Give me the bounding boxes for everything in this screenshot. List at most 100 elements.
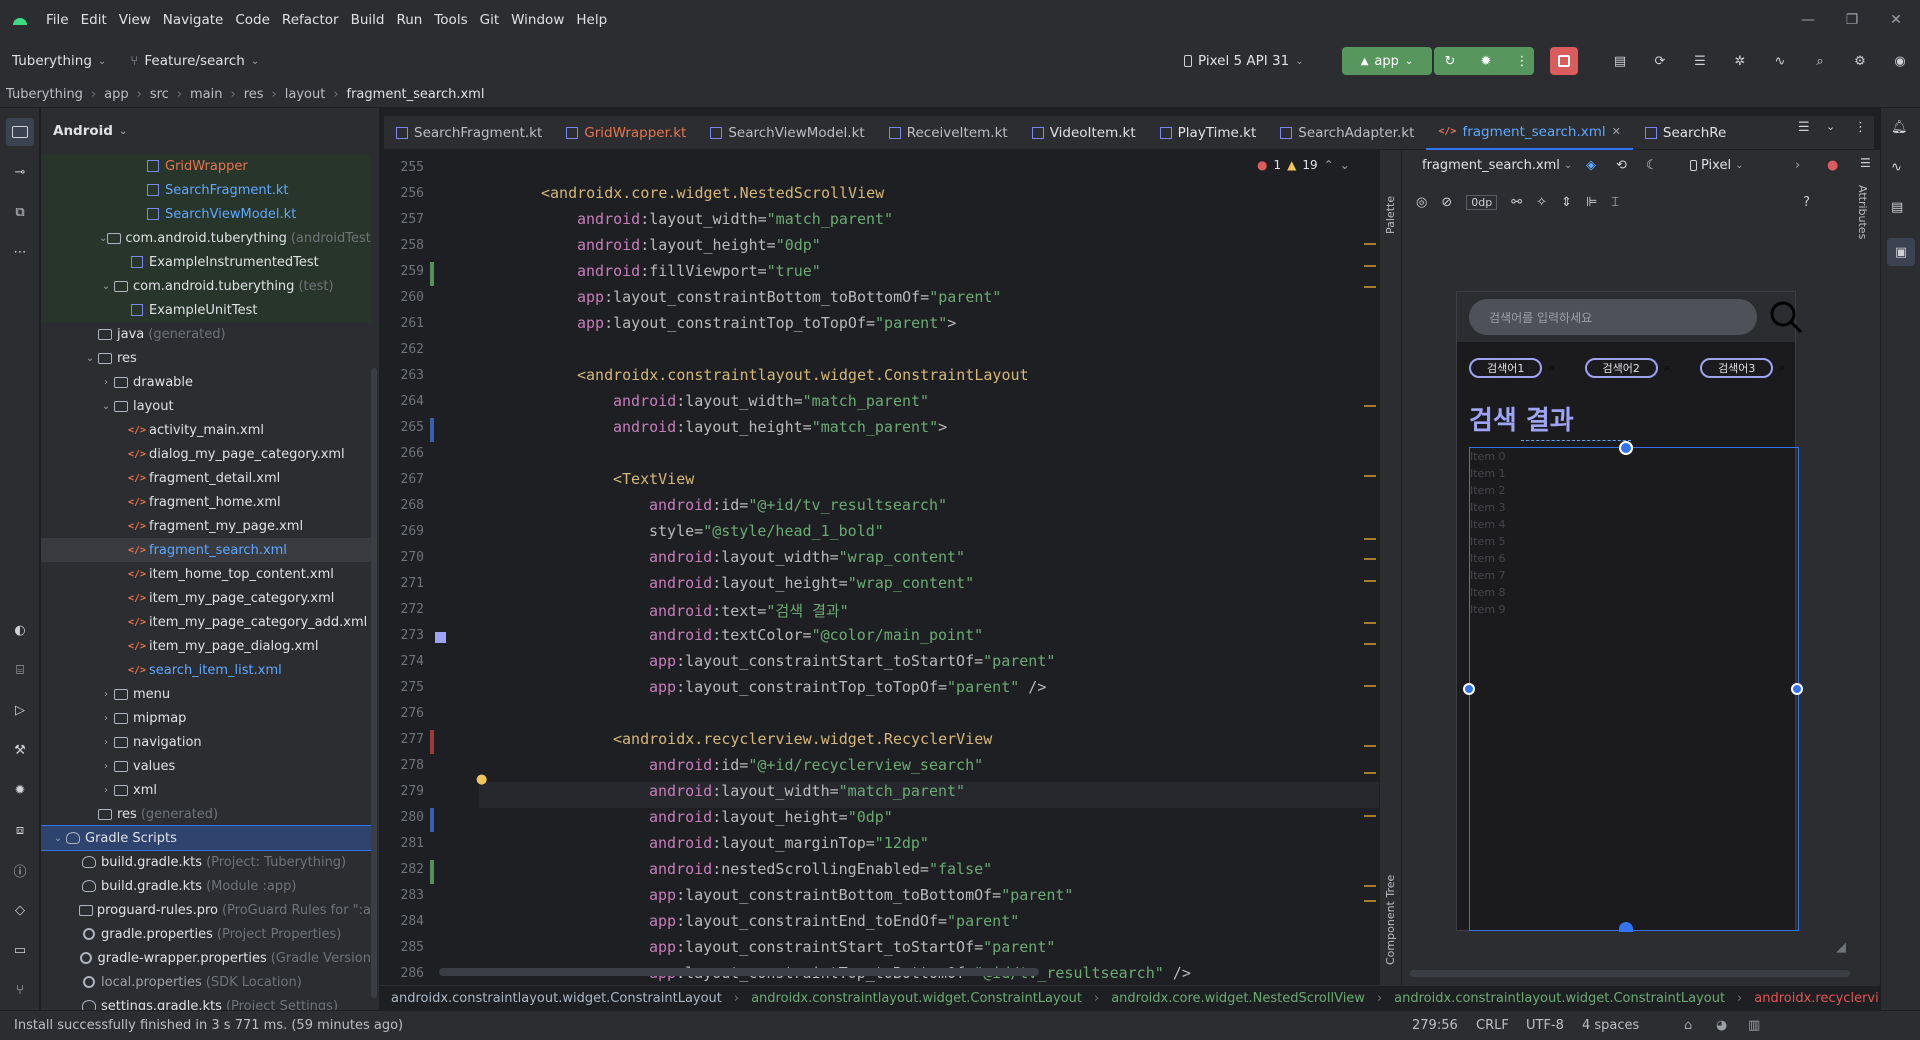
align-icon[interactable]: ⊫ bbox=[1586, 195, 1597, 210]
preview-chip[interactable]: 검색어3 ⌕ bbox=[1700, 358, 1786, 378]
minimize-icon[interactable]: — bbox=[1786, 0, 1830, 40]
notifications-icon[interactable]: 🔔︎ bbox=[1891, 120, 1908, 135]
code-line[interactable]: <TextView bbox=[613, 470, 694, 488]
design-horizontal-scrollbar[interactable] bbox=[1410, 970, 1850, 977]
version-control-icon[interactable]: ⑂ bbox=[6, 976, 34, 1004]
chevron-down-icon[interactable]: ⌄ bbox=[83, 353, 97, 364]
code-line[interactable]: android:fillViewport="true" bbox=[577, 262, 821, 280]
warning-stripe[interactable] bbox=[1364, 815, 1376, 817]
chevron-right-icon[interactable]: › bbox=[1795, 158, 1800, 173]
preview-chip[interactable]: 검색어2 ⌕ bbox=[1584, 358, 1670, 378]
inspection-widget[interactable]: ● 1 ▲ 19 ⌃ ⌄ bbox=[1257, 158, 1350, 172]
help-icon[interactable]: ? bbox=[1803, 195, 1810, 210]
attributes-tab[interactable]: Attributes bbox=[1856, 185, 1869, 239]
prev-problem-icon[interactable]: ⌃ bbox=[1324, 158, 1334, 172]
code-line[interactable]: android:layout_width="match_parent" bbox=[577, 210, 893, 228]
preview-list-item[interactable]: Item 3 bbox=[1470, 501, 1506, 514]
tree-item[interactable]: GridWrapper bbox=[41, 154, 371, 178]
code-line[interactable]: app:layout_constraintEnd_toEndOf="parent… bbox=[649, 912, 1019, 930]
file-encoding[interactable]: UTF-8 bbox=[1526, 1018, 1564, 1033]
attributes-menu-icon[interactable]: ☰ bbox=[1860, 156, 1871, 170]
warning-stripe[interactable] bbox=[1364, 622, 1376, 624]
resource-manager-icon[interactable]: ⧉ bbox=[6, 198, 34, 226]
chevron-right-icon[interactable]: › bbox=[99, 377, 113, 388]
preview-result-title[interactable]: 검색 결과 bbox=[1469, 400, 1574, 437]
project-tool-icon[interactable] bbox=[6, 118, 34, 146]
tree-item[interactable]: java (generated) bbox=[41, 322, 371, 346]
warning-stripe[interactable] bbox=[1364, 558, 1376, 560]
tab-searchfragment-kt[interactable]: SearchFragment.kt bbox=[384, 116, 554, 150]
tree-item[interactable]: </> item_home_top_content.xml bbox=[41, 562, 371, 586]
clear-constraints-icon[interactable]: ⚯ bbox=[1511, 195, 1522, 210]
intention-bulb-icon[interactable]: ● bbox=[476, 772, 487, 787]
profiler-icon[interactable]: ∿ bbox=[1766, 47, 1794, 75]
code-line[interactable]: android:layout_width="match_parent" bbox=[613, 392, 929, 410]
palette-tab[interactable]: Palette bbox=[1384, 164, 1397, 234]
menu-navigate[interactable]: Navigate bbox=[157, 12, 230, 28]
code-line[interactable]: android:layout_height="0dp" bbox=[649, 808, 893, 826]
device-manager-icon[interactable]: ▤ bbox=[1606, 47, 1634, 75]
run-tool-icon[interactable]: ▷ bbox=[6, 696, 34, 724]
magnet-icon[interactable]: ⊘ bbox=[1441, 195, 1452, 210]
eye-icon[interactable]: ◎ bbox=[1416, 195, 1427, 210]
warning-stripe[interactable] bbox=[1364, 405, 1376, 407]
tree-item[interactable]: </> dialog_my_page_category.xml bbox=[41, 442, 371, 466]
code-line[interactable]: android:layout_height="0dp" bbox=[577, 236, 821, 254]
account-icon[interactable]: ◉ bbox=[1886, 47, 1914, 75]
menu-run[interactable]: Run bbox=[390, 12, 428, 28]
preview-list-item[interactable]: Item 6 bbox=[1470, 552, 1506, 565]
code-line[interactable]: app:layout_constraintStart_toStartOf="pa… bbox=[649, 938, 1055, 956]
warning-stripe[interactable] bbox=[1364, 243, 1376, 245]
device-selector[interactable]: Pixel 5 API 31 ⌄ bbox=[1184, 48, 1304, 74]
device-manager-tool-icon[interactable]: ▤ bbox=[1891, 200, 1903, 215]
xml-crumb-item[interactable]: androidx.constraintlayout.widget.Constra… bbox=[391, 991, 722, 1006]
tab-searchre[interactable]: SearchRe bbox=[1633, 116, 1738, 150]
end-constraint-handle[interactable] bbox=[1791, 683, 1803, 695]
device-preview-selector[interactable]: Pixel ⌄ bbox=[1690, 158, 1743, 173]
tree-item[interactable]: SearchViewModel.kt bbox=[41, 202, 371, 226]
tree-item[interactable]: build.gradle.kts (Project: Tuberything) bbox=[41, 850, 371, 874]
tree-item[interactable]: ⌄ com.android.tuberything (test) bbox=[41, 274, 371, 298]
breadcrumb-item[interactable]: res bbox=[244, 87, 264, 102]
stop-button[interactable] bbox=[1550, 47, 1578, 75]
settings-gear-icon[interactable]: ⚙ bbox=[1846, 47, 1874, 75]
commit-tool-icon[interactable]: ⊸ bbox=[6, 158, 34, 186]
tree-item[interactable]: › mipmap bbox=[41, 706, 371, 730]
gradle-tool-icon[interactable]: ∿ bbox=[1891, 160, 1902, 175]
code-line[interactable]: android:layout_width="wrap_content" bbox=[649, 548, 965, 566]
warning-stripe[interactable] bbox=[1364, 286, 1376, 288]
indent-setting[interactable]: 4 spaces bbox=[1582, 1018, 1639, 1033]
close-icon[interactable]: ✕ bbox=[1874, 0, 1918, 40]
preview-list-item[interactable]: Item 8 bbox=[1470, 586, 1506, 599]
preview-list-item[interactable]: Item 1 bbox=[1470, 467, 1506, 480]
more-actions-icon[interactable]: ⋮ bbox=[1508, 47, 1536, 75]
warning-stripe[interactable] bbox=[1364, 643, 1376, 645]
tree-item[interactable]: </> fragment_search.xml bbox=[41, 538, 371, 562]
next-problem-icon[interactable]: ⌄ bbox=[1340, 158, 1350, 172]
chevron-right-icon[interactable]: › bbox=[99, 737, 113, 748]
design-file-selector[interactable]: fragment_search.xml ⌄ bbox=[1422, 158, 1572, 173]
run-config-selector[interactable]: ▲ app ⌄ bbox=[1342, 47, 1432, 75]
preview-list-item[interactable]: Item 4 bbox=[1470, 518, 1506, 531]
tree-item[interactable]: › drawable bbox=[41, 370, 371, 394]
tree-item[interactable]: ⌄ com.android.tuberything (androidTest) bbox=[41, 226, 371, 250]
tree-item[interactable]: </> item_my_page_category.xml bbox=[41, 586, 371, 610]
sync-icon[interactable]: ⟳ bbox=[1646, 47, 1674, 75]
menu-build[interactable]: Build bbox=[345, 12, 391, 28]
debug-tool-icon[interactable]: ✹ bbox=[6, 776, 34, 804]
breadcrumb-item[interactable]: fragment_search.xml bbox=[347, 87, 485, 102]
tree-item[interactable]: gradle.properties (Project Properties) bbox=[41, 922, 371, 946]
xml-crumb-item[interactable]: androidx.core.widget.NestedScrollView bbox=[1111, 991, 1365, 1006]
preview-search-input[interactable]: 검색어를 입력하세요 bbox=[1469, 299, 1757, 335]
running-devices-icon[interactable]: ▣ bbox=[1887, 238, 1915, 266]
tab-receiveitem-kt[interactable]: ReceiveItem.kt bbox=[877, 116, 1020, 150]
tab-gridwrapper-kt[interactable]: GridWrapper.kt bbox=[554, 116, 698, 150]
branch-selector[interactable]: ⑂ Feature/search ⌄ bbox=[118, 53, 271, 69]
chevron-down-icon[interactable]: ⌄ bbox=[1826, 120, 1835, 133]
logcat-icon[interactable]: ⌸ bbox=[6, 656, 34, 684]
xml-crumb-item[interactable]: androidx.constraintlayout.widget.Constra… bbox=[1394, 991, 1725, 1006]
tab-list-icon[interactable]: ☰ bbox=[1798, 120, 1810, 135]
warning-stripe[interactable] bbox=[1364, 265, 1376, 267]
menu-window[interactable]: Window bbox=[505, 12, 570, 28]
tree-item[interactable]: ExampleUnitTest bbox=[41, 298, 371, 322]
